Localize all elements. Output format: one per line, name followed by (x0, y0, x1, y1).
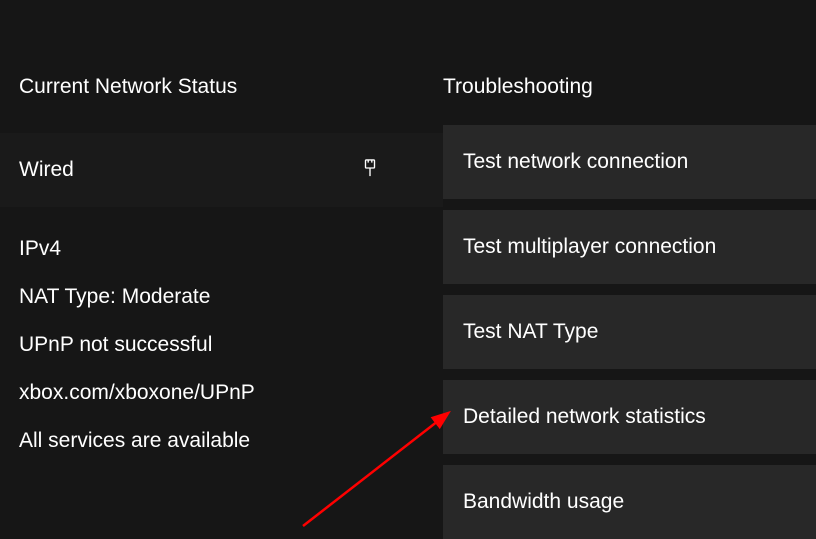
troubleshooting-item-label: Detailed network statistics (463, 405, 706, 429)
bandwidth-usage-button[interactable]: Bandwidth usage (443, 465, 816, 539)
nat-type-label: NAT Type: Moderate (19, 285, 443, 309)
ip-version-label: IPv4 (19, 237, 443, 261)
upnp-help-url-label: xbox.com/xboxone/UPnP (19, 381, 443, 405)
troubleshooting-item-label: Test multiplayer connection (463, 235, 716, 259)
troubleshooting-item-label: Test network connection (463, 150, 688, 174)
troubleshooting-item-label: Bandwidth usage (463, 490, 624, 514)
upnp-status-label: UPnP not successful (19, 333, 443, 357)
troubleshooting-panel: Troubleshooting Test network connection … (443, 75, 816, 533)
detailed-network-statistics-button[interactable]: Detailed network statistics (443, 380, 816, 454)
connection-type-row[interactable]: Wired (0, 133, 443, 207)
services-status-label: All services are available (19, 429, 443, 453)
connection-type-label: Wired (19, 158, 74, 182)
test-multiplayer-connection-button[interactable]: Test multiplayer connection (443, 210, 816, 284)
ethernet-icon (362, 159, 378, 182)
troubleshooting-item-label: Test NAT Type (463, 320, 598, 344)
network-status-header: Current Network Status (19, 75, 443, 99)
test-nat-type-button[interactable]: Test NAT Type (443, 295, 816, 369)
troubleshooting-header: Troubleshooting (443, 75, 816, 99)
network-status-panel: Current Network Status Wired IPv4 NAT Ty… (0, 75, 443, 533)
test-network-connection-button[interactable]: Test network connection (443, 125, 816, 199)
